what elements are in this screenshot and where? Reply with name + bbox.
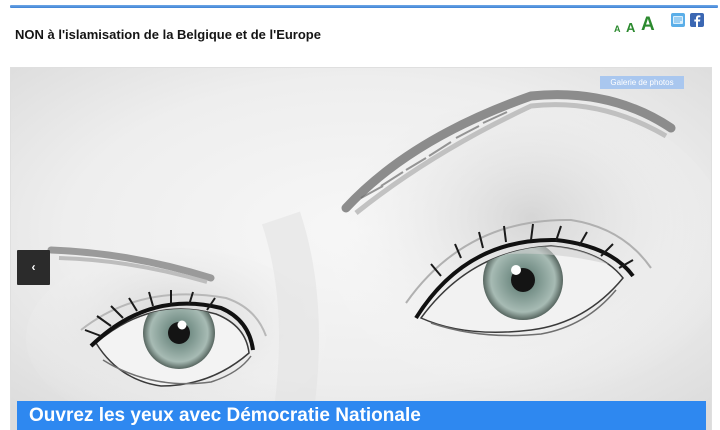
slide-caption-text: Ouvrez les yeux avec Démocratie National… xyxy=(29,405,421,426)
previous-slide-button[interactable]: ‹ xyxy=(17,250,50,285)
slide-image xyxy=(11,68,711,430)
chevron-left-icon: ‹ xyxy=(31,260,36,274)
font-size-medium-button[interactable]: A xyxy=(626,21,635,34)
photo-gallery-button[interactable]: Galerie de photos xyxy=(600,76,684,89)
slide-caption[interactable]: Ouvrez les yeux avec Démocratie National… xyxy=(17,401,706,430)
font-size-large-button[interactable]: A xyxy=(641,15,655,34)
site-title: NON à l'islamisation de la Belgique et d… xyxy=(15,27,321,42)
image-slider[interactable]: Galerie de photos ‹ Ouvrez les yeux avec… xyxy=(10,67,712,430)
facebook-icon[interactable] xyxy=(690,13,704,27)
twitter-icon[interactable] xyxy=(671,13,685,27)
font-size-small-button[interactable]: A xyxy=(614,25,621,34)
top-divider xyxy=(10,5,718,8)
